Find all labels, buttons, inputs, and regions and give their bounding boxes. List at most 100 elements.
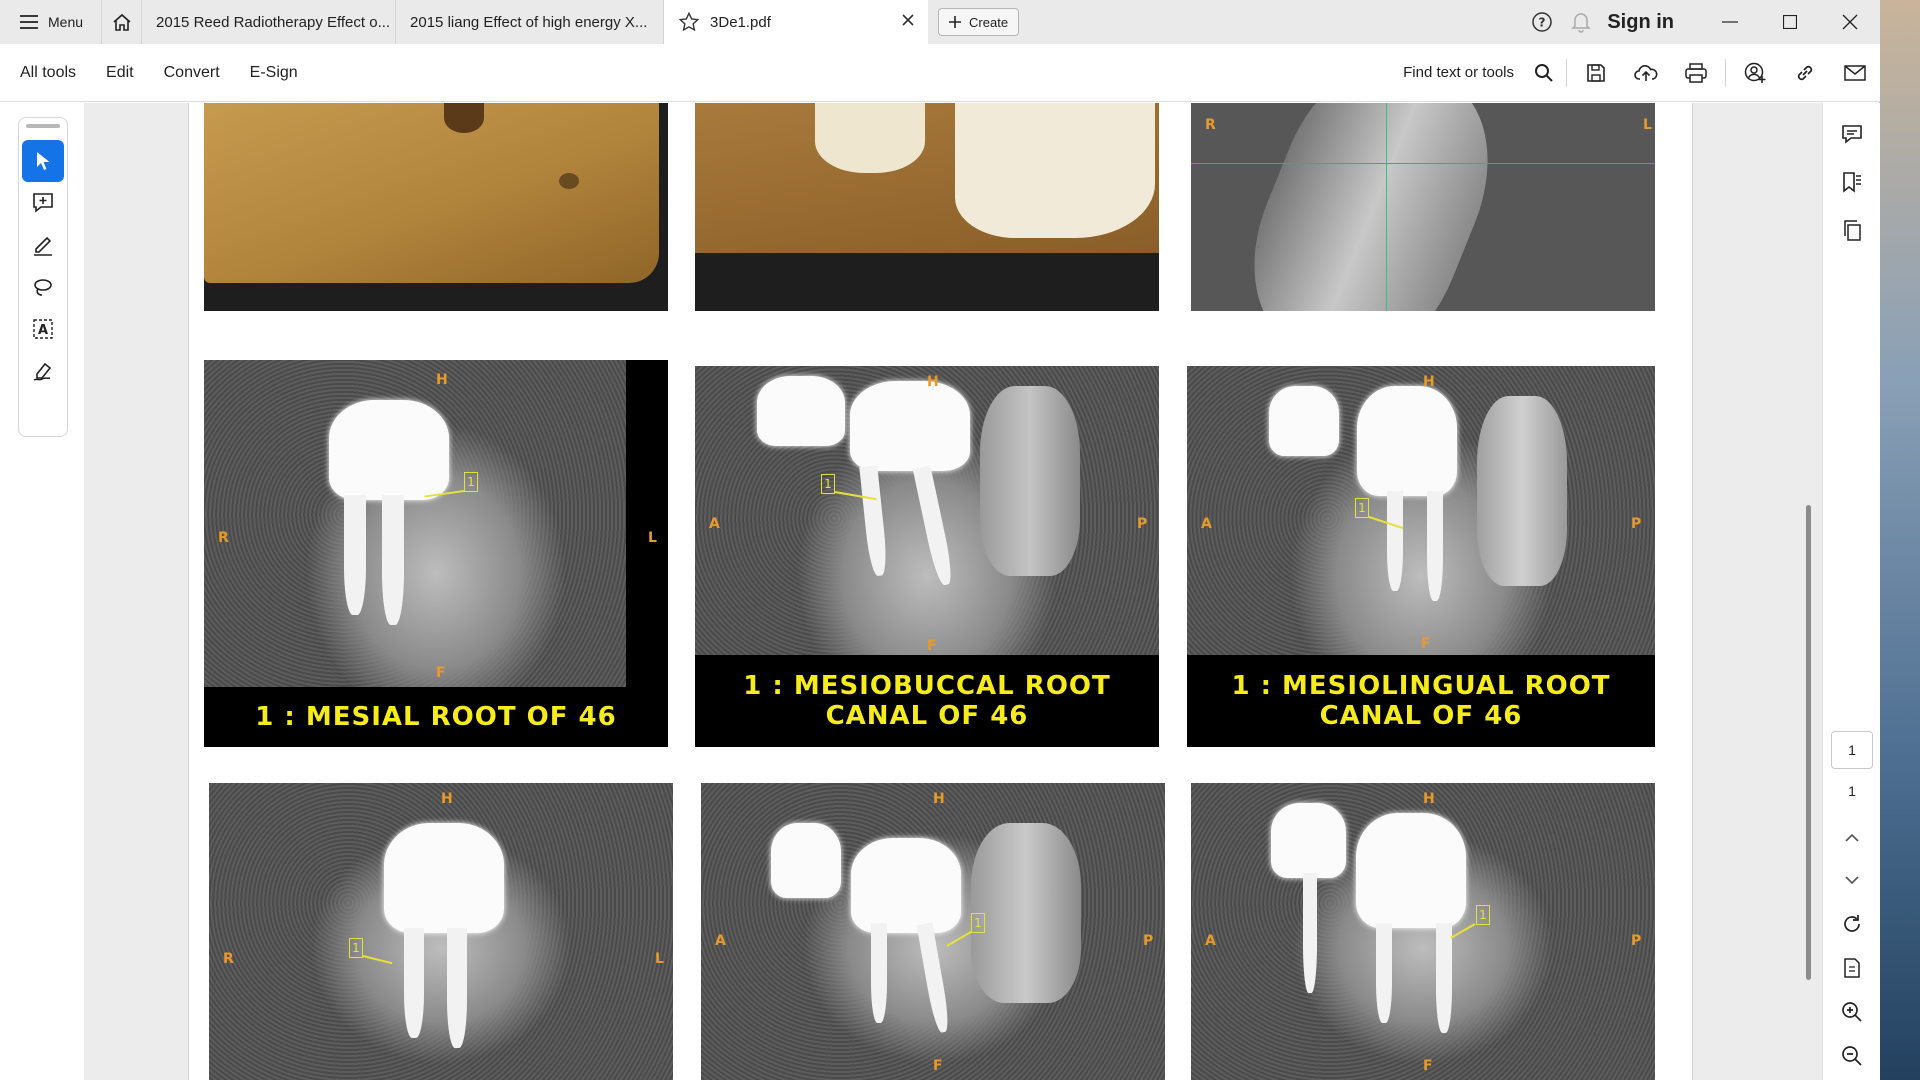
- tab-reed-radiotherapy[interactable]: 2015 Reed Radiotherapy Effect o...: [141, 0, 395, 44]
- annotation-arrow: [362, 955, 393, 965]
- maximize-icon: [1783, 15, 1797, 29]
- tooth-socket: [444, 103, 484, 133]
- tooth-crown: [771, 823, 841, 898]
- help-icon[interactable]: ?: [1531, 11, 1553, 33]
- orientation-label-top: H: [436, 372, 448, 388]
- add-person-icon: [1744, 62, 1766, 83]
- hamburger-icon: [20, 15, 38, 29]
- mandible-render: [204, 103, 659, 283]
- signature-pen-icon: [33, 362, 52, 381]
- page-display-button[interactable]: [1831, 947, 1873, 989]
- figure-mesiobuccal-canal: H A P F 1 1 : MESIOBUCCAL ROOT CANAL OF …: [695, 366, 1159, 747]
- zoom-in-button[interactable]: [1831, 991, 1873, 1033]
- home-button[interactable]: [101, 0, 141, 44]
- star-icon[interactable]: [678, 11, 700, 33]
- figure-3d-render-mandible: [204, 103, 668, 311]
- home-icon: [113, 13, 131, 31]
- comments-panel-button[interactable]: [1831, 113, 1873, 155]
- sign-in-button[interactable]: Sign in: [1607, 11, 1674, 34]
- crown-render: [815, 103, 925, 173]
- create-label: Create: [969, 14, 1009, 30]
- foramen: [559, 173, 579, 189]
- toolbar-divider: [1566, 58, 1567, 87]
- figure-ct-sagittal-slice-a: H A P F 1: [701, 783, 1165, 1080]
- minimize-icon: [1722, 21, 1738, 23]
- annotation-arrow: [946, 931, 972, 947]
- esign-menu[interactable]: E-Sign: [250, 64, 298, 82]
- orientation-label-bottom: F: [436, 665, 446, 681]
- envelope-icon: [1844, 64, 1866, 81]
- tab-3de1-pdf[interactable]: 3De1.pdf: [663, 0, 929, 44]
- draw-tool-button[interactable]: [22, 266, 64, 308]
- cloud-upload-icon: [1634, 64, 1658, 81]
- figure-3d-render-teeth: [695, 103, 1159, 311]
- email-button[interactable]: [1830, 44, 1880, 102]
- crosshair-vertical: [1386, 103, 1387, 311]
- neighbor-tooth: [971, 823, 1081, 1003]
- minimize-button[interactable]: [1700, 0, 1760, 44]
- text-box-tool-button[interactable]: A: [22, 308, 64, 350]
- convert-menu[interactable]: Convert: [164, 64, 220, 82]
- share-with-people-button[interactable]: [1730, 44, 1780, 102]
- notification-bell-icon[interactable]: [1571, 11, 1592, 33]
- tooth-root: [344, 495, 366, 615]
- figure-ct-sagittal-slice-b: H A P F 1: [1191, 783, 1655, 1080]
- create-button[interactable]: Create: [938, 8, 1020, 36]
- vertical-scrollbar[interactable]: [1806, 505, 1811, 980]
- svg-text:?: ?: [1539, 16, 1546, 30]
- page-thumbnails-button[interactable]: [1831, 209, 1873, 251]
- find-text-or-tools-label[interactable]: Find text or tools: [1403, 64, 1514, 81]
- zoom-out-button[interactable]: [1831, 1035, 1873, 1077]
- upload-to-cloud-button[interactable]: [1621, 44, 1671, 102]
- figure-caption: 1 : MESIOBUCCAL ROOT CANAL OF 46: [695, 655, 1159, 747]
- close-window-button[interactable]: [1820, 0, 1880, 44]
- previous-page-button[interactable]: [1831, 817, 1873, 859]
- orientation-label-left: A: [709, 516, 720, 532]
- annotation-marker: 1: [971, 913, 985, 933]
- sign-tool-button[interactable]: [22, 350, 64, 392]
- acrobat-window: Menu 2015 Reed Radiotherapy Effect o... …: [0, 0, 1880, 1080]
- menu-button[interactable]: Menu: [0, 0, 101, 44]
- print-button[interactable]: [1671, 44, 1721, 102]
- orientation-label-right: L: [655, 951, 664, 967]
- text-box-icon: A: [33, 319, 53, 339]
- zoom-out-icon: [1842, 1046, 1862, 1066]
- save-button[interactable]: [1571, 44, 1621, 102]
- orientation-label-left: A: [1201, 516, 1212, 532]
- tab-label: 2015 liang Effect of high energy X...: [410, 13, 648, 31]
- orientation-label-left: A: [715, 933, 726, 949]
- total-pages-label: 1: [1848, 783, 1856, 799]
- maximize-button[interactable]: [1760, 0, 1820, 44]
- figure-ct-axial-slice: R L: [1191, 103, 1655, 311]
- rotate-view-button[interactable]: [1831, 903, 1873, 945]
- annotation-marker: 1: [1476, 905, 1490, 925]
- figure-mesial-root: H R L F 1 1 : MESIAL ROOT OF 46: [204, 360, 668, 747]
- edit-menu[interactable]: Edit: [106, 64, 134, 82]
- orientation-label-right: P: [1137, 516, 1148, 532]
- all-tools-menu[interactable]: All tools: [20, 64, 76, 82]
- orientation-label-top: H: [933, 791, 945, 807]
- drag-handle[interactable]: [26, 124, 60, 128]
- tab-label: 3De1.pdf: [710, 13, 771, 31]
- select-tool-button[interactable]: [22, 140, 64, 182]
- lasso-icon: [34, 279, 52, 296]
- tooth-root: [1376, 923, 1392, 1023]
- tab-liang-xray[interactable]: 2015 liang Effect of high energy X...: [395, 0, 663, 44]
- next-page-button[interactable]: [1831, 859, 1873, 901]
- quick-tools-panel: A: [18, 117, 68, 437]
- tooth-crown: [851, 838, 961, 933]
- tooth-root: [859, 465, 889, 577]
- highlight-tool-button[interactable]: [22, 224, 64, 266]
- copy-link-button[interactable]: [1780, 44, 1830, 102]
- bookmarks-panel-button[interactable]: [1831, 161, 1873, 203]
- orientation-label-bottom: F: [1423, 1058, 1433, 1074]
- orientation-label-right: P: [1631, 933, 1642, 949]
- find-button[interactable]: [1526, 44, 1562, 102]
- chevron-up-icon: [1845, 833, 1859, 842]
- orientation-label-top: H: [1423, 374, 1435, 390]
- tooth-root: [447, 928, 467, 1048]
- current-page-input[interactable]: 1: [1831, 731, 1873, 769]
- figure-caption: 1 : MESIOLINGUAL ROOT CANAL OF 46: [1187, 655, 1655, 747]
- close-tab-icon[interactable]: [900, 12, 916, 28]
- add-comment-tool-button[interactable]: [22, 182, 64, 224]
